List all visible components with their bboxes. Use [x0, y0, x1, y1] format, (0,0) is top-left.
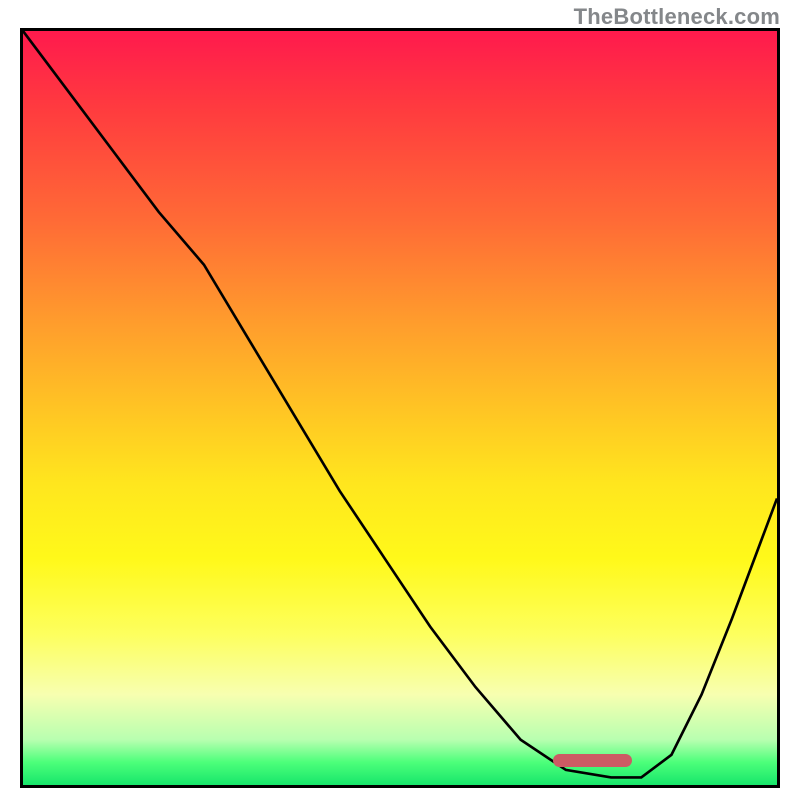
chart-frame [20, 28, 780, 788]
watermark-text: TheBottleneck.com [574, 4, 780, 30]
curve-path [23, 31, 777, 777]
optimal-marker [553, 754, 632, 767]
bottleneck-curve [23, 31, 777, 785]
